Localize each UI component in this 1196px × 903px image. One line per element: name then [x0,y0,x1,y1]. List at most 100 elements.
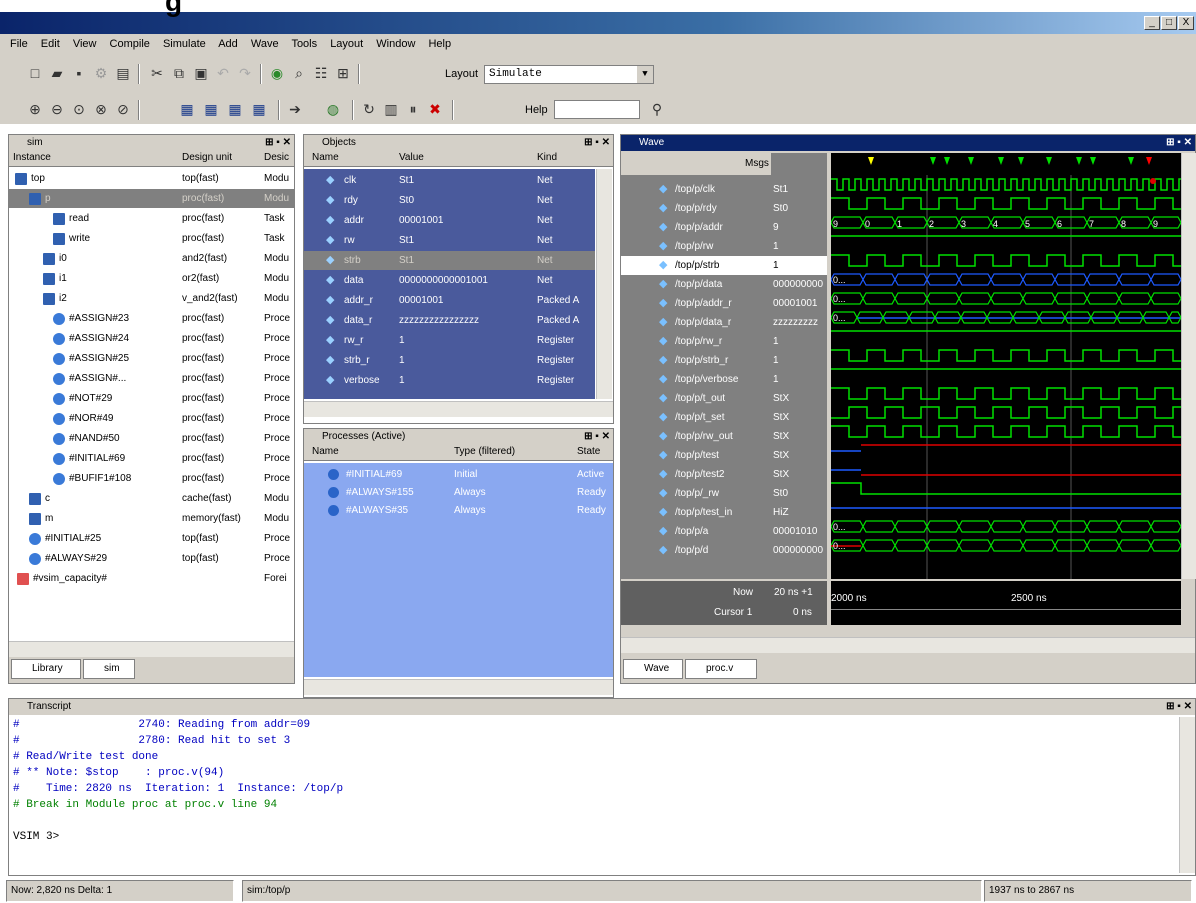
open-folder-icon[interactable]: ▰ [46,62,68,84]
chevron-down-icon[interactable]: ▼ [637,66,653,83]
wave-tool-2-icon[interactable]: ▦ [200,98,222,120]
minimize-button[interactable]: _ [1144,16,1160,30]
objects-row[interactable]: ◆ data 0000000000001001 Net [304,271,595,290]
wave-signal-row[interactable]: ◆ /top/p/verbose [621,370,771,389]
sim-tree-row[interactable]: #INITIAL#25 top(fast) Proce [9,529,294,548]
wave-signal-row[interactable]: ◆ /top/p/t_out [621,389,771,408]
wave-vscroll[interactable] [1181,153,1196,579]
wave-signal-row[interactable]: ◆ /top/p/rw_out [621,427,771,446]
panel-controls-icon[interactable]: ⊞ ▪ ✕ [1166,699,1192,715]
wave-signal-row[interactable]: ◆ /top/p/test [621,446,771,465]
objects-row[interactable]: ◆ rw_r 1 Register [304,331,595,350]
find-icon[interactable]: ⌕ [288,62,310,84]
col-instance[interactable]: Instance [13,152,51,163]
wave-signal-row[interactable]: ◆ /top/p/d [621,541,771,560]
col-design-unit[interactable]: Design unit [182,152,232,163]
sim-tree-row[interactable]: p proc(fast) Modu [9,189,294,208]
wave-signal-row[interactable]: ◆ /top/p/addr [621,218,771,237]
menu-view[interactable]: View [73,38,97,50]
col-type[interactable]: Type (filtered) [454,446,515,457]
objects-row[interactable]: ◆ addr_r 00001001 Packed A [304,291,595,310]
sim-tree-row[interactable]: #ALWAYS#29 top(fast) Proce [9,549,294,568]
sim-tree-row[interactable]: i1 or2(fast) Modu [9,269,294,288]
sim-tree-row[interactable]: i2 v_and2(fast) Modu [9,289,294,308]
sim-tree-row[interactable]: #ASSIGN#23 proc(fast) Proce [9,309,294,328]
menu-tools[interactable]: Tools [291,38,317,50]
menu-edit[interactable]: Edit [41,38,60,50]
layout-select[interactable]: Simulate ▼ [484,65,654,84]
panel-controls-icon[interactable]: ⊞ ▪ ✕ [265,135,291,151]
objects-row[interactable]: ◆ rdy St0 Net [304,191,595,210]
run-icon[interactable]: ◉ [266,62,288,84]
process-row[interactable]: #INITIAL#69 Initial Active [304,465,613,484]
print-icon[interactable]: ▤ [112,62,134,84]
zoom-full-icon[interactable]: ⊙ [68,98,90,120]
maximize-button[interactable]: □ [1161,16,1177,30]
sim-tree-row[interactable]: #NAND#50 proc(fast) Proce [9,429,294,448]
menu-help[interactable]: Help [428,38,451,50]
process-row[interactable]: #ALWAYS#155 Always Ready [304,483,613,502]
processes-hscroll[interactable] [304,679,613,695]
panel-controls-icon[interactable]: ⊞ ▪ ✕ [584,429,610,445]
wave-signal-row[interactable]: ◆ /top/p/strb_r [621,351,771,370]
wave-signal-row[interactable]: ◆ /top/p/strb [621,256,771,275]
tab-library[interactable]: Library [11,659,81,679]
step-icon[interactable]: ➔ [284,98,306,120]
hierarchy-icon[interactable]: ⊞ [332,62,354,84]
sim-hscroll[interactable] [9,641,294,657]
objects-vscroll[interactable] [596,169,612,399]
tab-proc-v[interactable]: proc.v [685,659,757,679]
wave-signal-row[interactable]: ◆ /top/p/_rw [621,484,771,503]
wave-signal-row[interactable]: ◆ /top/p/clk [621,180,771,199]
wave-signal-row[interactable]: ◆ /top/p/t_set [621,408,771,427]
structure-icon[interactable]: ☷ [310,62,332,84]
save-icon[interactable]: ▪ [68,62,90,84]
sim-tree-row[interactable]: read proc(fast) Task [9,209,294,228]
objects-row[interactable]: ◆ data_r zzzzzzzzzzzzzzzz Packed A [304,311,595,330]
waveform-canvas[interactable]: 9 0 1 2 3 4 5 6 7 8 9 0... 0... 0... 0... 0... [831,153,1181,579]
transcript-vscroll[interactable] [1179,717,1195,873]
menu-add[interactable]: Add [218,38,238,50]
zoom-last-icon[interactable]: ⊘ [112,98,134,120]
menu-file[interactable]: File [10,38,28,50]
objects-row[interactable]: ◆ verbose 1 Register [304,371,595,390]
binoculars-icon[interactable]: ⚲ [646,98,668,120]
wave-tool-1-icon[interactable]: ▦ [176,98,198,120]
wave-signal-row[interactable]: ◆ /top/p/test2 [621,465,771,484]
col-design-type[interactable]: Desic [264,152,289,163]
col-kind[interactable]: Kind [537,152,557,163]
close-button[interactable]: X [1178,16,1194,30]
tab-sim[interactable]: sim [83,659,135,679]
wave-signal-row[interactable]: ◆ /top/p/rw [621,237,771,256]
wave-tool-3-icon[interactable]: ▦ [224,98,246,120]
panel-controls-icon[interactable]: ⊞ ▪ ✕ [1166,135,1192,151]
sim-tree-row[interactable]: #vsim_capacity# Forei [9,569,294,588]
break-icon[interactable]: ⏸ [402,98,424,120]
sim-tree-row[interactable]: top top(fast) Modu [9,169,294,188]
sim-tree-row[interactable]: #ASSIGN#25 proc(fast) Proce [9,349,294,368]
wave-signal-row[interactable]: ◆ /top/p/data_r [621,313,771,332]
panel-controls-icon[interactable]: ⊞ ▪ ✕ [584,135,610,151]
run-all-icon[interactable]: ▥ [380,98,402,120]
zoom-out-icon[interactable]: ⊖ [46,98,68,120]
transcript-console[interactable]: # 2740: Reading from addr=09 # 2780: Read… [13,717,1173,873]
objects-row[interactable]: ◆ strb_r 1 Register [304,351,595,370]
wave-signal-row[interactable]: ◆ /top/p/rw_r [621,332,771,351]
sim-tree-row[interactable]: c cache(fast) Modu [9,489,294,508]
col-value[interactable]: Value [399,152,424,163]
sim-tree-row[interactable]: #NOR#49 proc(fast) Proce [9,409,294,428]
sim-tree-row[interactable]: #ASSIGN#... proc(fast) Proce [9,369,294,388]
zoom-in-icon[interactable]: ⊕ [24,98,46,120]
menu-compile[interactable]: Compile [110,38,150,50]
new-file-icon[interactable]: □ [24,62,46,84]
col-name[interactable]: Name [312,152,339,163]
wave-signal-row[interactable]: ◆ /top/p/rdy [621,199,771,218]
paste-icon[interactable]: ▣ [190,62,212,84]
globe-icon[interactable]: ◍ [322,98,344,120]
menu-simulate[interactable]: Simulate [163,38,206,50]
menu-wave[interactable]: Wave [251,38,279,50]
wave-hscroll[interactable] [621,637,1195,653]
copy-icon[interactable]: ⧉ [168,62,190,84]
cut-icon[interactable]: ✂ [146,62,168,84]
wave-tool-4-icon[interactable]: ▦ [248,98,270,120]
